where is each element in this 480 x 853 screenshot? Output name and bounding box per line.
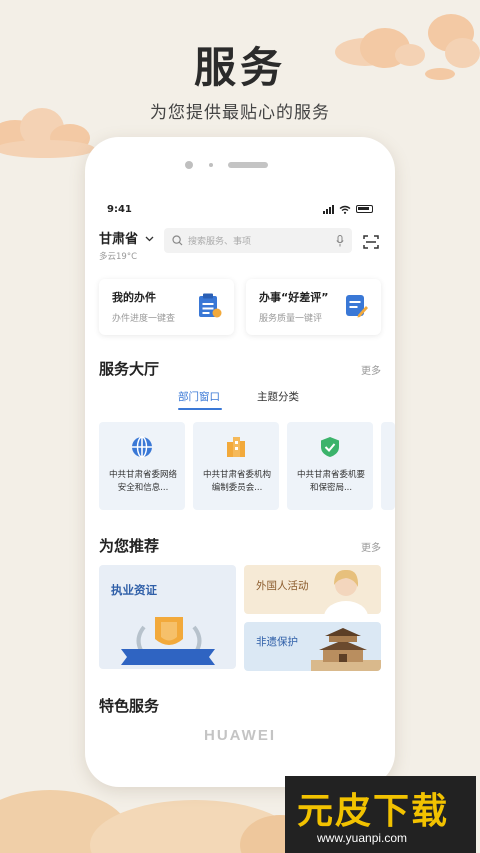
app-screen: 9:41 甘肃省 多云19°C 搜索服务、事项 我的办件 办件进度一键查 办事“…: [85, 195, 395, 715]
document-list-icon: [199, 293, 222, 318]
search-input[interactable]: 搜索服务、事项: [164, 228, 352, 253]
department-tile[interactable]: 中共甘肃省委机构编制委员会...: [193, 422, 279, 510]
person-photo: [324, 569, 368, 614]
phone-mockup: 9:41 甘肃省 多云19°C 搜索服务、事项 我的办件 办件进度一键查 办事“…: [85, 137, 395, 787]
edit-document-icon: [346, 295, 368, 318]
hero-title: 服务: [193, 43, 286, 92]
building-icon: [227, 437, 245, 457]
recommend-label: 执业资证: [111, 583, 157, 597]
wifi-icon: [339, 205, 351, 214]
tile-label: 中共甘肃省委机构编制委员会...: [202, 470, 271, 493]
globe-shield-icon: [132, 436, 152, 458]
tab-topic-category[interactable]: 主题分类: [257, 389, 299, 404]
tab-label: 部门窗口: [178, 391, 220, 403]
department-tile[interactable]: 中共甘肃省委网络安全和信息...: [99, 422, 185, 510]
chevron-down-icon: [145, 236, 154, 241]
certificate-badge-icon: [121, 617, 215, 665]
signal-icon: [323, 204, 334, 214]
recommend-title: 为您推荐: [99, 537, 160, 555]
location-city: 甘肃省: [99, 232, 139, 247]
rating-card[interactable]: 办事“好差评” 服务质量一键评: [246, 279, 381, 335]
weather-text: 多云19°C: [99, 252, 138, 262]
tab-label: 主题分类: [257, 391, 299, 403]
device-brand: HUAWEI: [204, 727, 276, 744]
recommend-more-link[interactable]: 更多: [361, 539, 381, 554]
tile-label: 中共甘肃省委网络安全和信息...: [108, 470, 177, 493]
recommend-card-license[interactable]: 执业资证: [99, 565, 236, 669]
gate-tower-image: [311, 628, 381, 671]
scan-icon[interactable]: [363, 235, 379, 249]
recommend-card-heritage[interactable]: 非遗保护: [244, 622, 381, 671]
featured-services-title: 特色服务: [99, 697, 160, 715]
phone-earpiece: [85, 159, 395, 171]
watermark-title: 元皮下载: [297, 791, 450, 832]
recommend-card-foreigner[interactable]: 外国人活动: [244, 565, 381, 614]
tile-label: 中共甘肃省委机要和保密局...: [296, 470, 365, 493]
service-hall-title: 服务大厅: [99, 360, 160, 378]
tab-active-indicator: [178, 408, 222, 410]
my-cases-card[interactable]: 我的办件 办件进度一键查: [99, 279, 234, 335]
department-tile[interactable]: 中共甘肃省委机要和保密局...: [287, 422, 373, 510]
search-placeholder: 搜索服务、事项: [188, 237, 252, 247]
shield-check-icon: [321, 437, 339, 457]
status-time: 9:41: [107, 204, 132, 215]
battery-icon: [356, 205, 373, 213]
search-icon: [172, 235, 183, 246]
tab-department-window[interactable]: 部门窗口: [178, 389, 222, 410]
service-hall-more-link[interactable]: 更多: [361, 362, 381, 377]
recommend-label: 外国人活动: [256, 580, 309, 592]
microphone-icon[interactable]: [336, 234, 344, 247]
location-selector[interactable]: 甘肃省 多云19°C: [99, 228, 154, 262]
watermark-logo: 元皮下载 www.yuanpi.com: [285, 776, 476, 853]
department-tile-partial[interactable]: [381, 422, 395, 510]
status-icons: [323, 203, 373, 215]
watermark-url: www.yuanpi.com: [317, 831, 408, 845]
recommend-label: 非遗保护: [256, 636, 298, 648]
hero-subtitle: 为您提供最贴心的服务: [150, 103, 330, 123]
